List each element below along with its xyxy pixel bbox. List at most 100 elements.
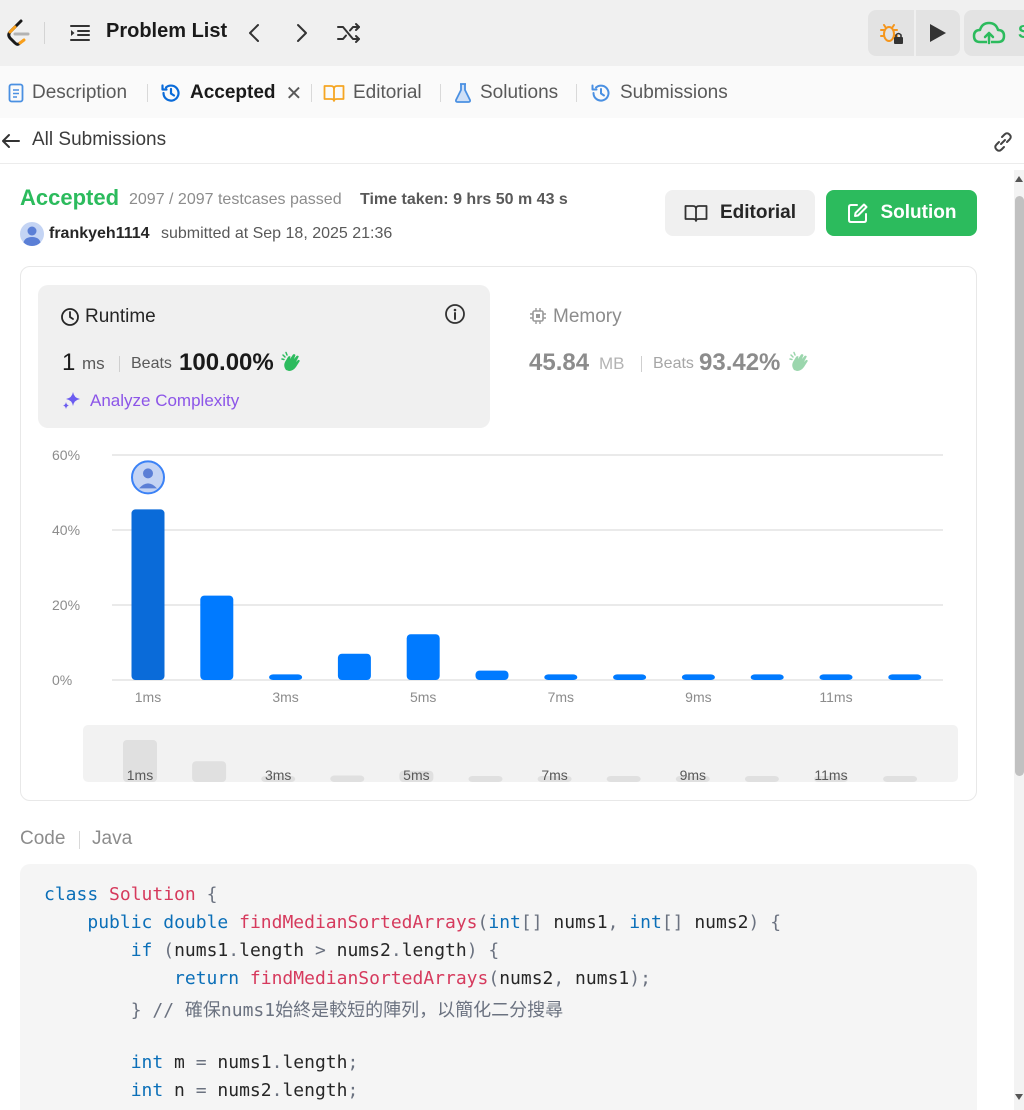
minimap-tick-label: 3ms	[265, 767, 291, 783]
time-taken: Time taken: 9 hrs 50 m 43 s	[360, 191, 568, 208]
tab-submissions-label: Submissions	[620, 82, 728, 103]
x-tick-label: 7ms	[548, 689, 574, 705]
book-icon	[684, 205, 708, 222]
divider	[641, 356, 642, 372]
close-icon[interactable]: ✕	[286, 81, 303, 106]
bar	[681, 674, 715, 680]
memory-value: 45.84	[529, 349, 590, 376]
minimap-bar	[606, 776, 641, 782]
divider	[44, 22, 45, 44]
tab-divider	[440, 84, 441, 102]
submit-label: S	[1018, 22, 1024, 43]
info-icon[interactable]	[444, 303, 466, 325]
minimap-tick-label: 5ms	[403, 767, 429, 783]
editorial-button-label: Editorial	[719, 202, 796, 223]
runtime-distribution-chart[interactable]: 0% 20% 40% 60% 1ms 3ms 5ms 7ms 9ms 11ms 1ms 3ms 5ms 7…	[40, 440, 960, 790]
edit-icon	[847, 203, 867, 223]
bar	[200, 595, 234, 680]
y-tick-label: 20%	[52, 597, 80, 613]
minimap-bar	[468, 776, 503, 782]
tab-accepted-label: Accepted	[190, 82, 276, 103]
chevron-right-icon[interactable]	[288, 20, 314, 46]
code-line: class Solution {	[44, 884, 218, 905]
tab-divider	[576, 84, 577, 102]
submission-header-bar: All Submissions	[0, 118, 1024, 164]
avatar[interactable]	[20, 222, 44, 246]
cloud-upload-icon	[972, 21, 1006, 45]
minimap-bar	[883, 776, 918, 782]
debug-button[interactable]	[868, 10, 914, 56]
code-line: public double findMedianSortedArrays(int…	[87, 912, 782, 933]
bar	[819, 674, 853, 680]
bar	[613, 674, 647, 680]
scroll-down-arrow-icon[interactable]	[1014, 1090, 1024, 1104]
divider	[79, 831, 80, 849]
bar	[750, 674, 784, 680]
x-tick-label: 1ms	[135, 689, 161, 705]
scrollbar-thumb[interactable]	[1015, 196, 1024, 776]
run-button[interactable]	[916, 10, 960, 56]
code-line: return findMedianSortedArrays(nums2, num…	[174, 968, 651, 989]
x-tick-label: 9ms	[685, 689, 711, 705]
flask-icon	[455, 83, 471, 103]
tab-solutions[interactable]: Solutions	[454, 80, 558, 106]
link-icon[interactable]	[990, 129, 1016, 155]
memory-unit: MB	[599, 354, 625, 373]
bar	[131, 509, 165, 680]
minimap-tick-label: 9ms	[680, 767, 706, 783]
tab-description[interactable]: Description	[8, 80, 127, 106]
solution-button[interactable]: Solution	[826, 190, 977, 236]
history-icon	[161, 84, 180, 102]
bar	[406, 634, 440, 680]
tab-divider	[147, 84, 148, 102]
code-line: if (nums1.length > nums2.length) {	[130, 940, 500, 961]
bar	[475, 670, 509, 680]
clock-icon	[61, 308, 79, 326]
arrow-left-icon[interactable]	[0, 130, 22, 152]
y-tick-label: 0%	[52, 672, 72, 688]
code-line: } // 確保nums1始終是較短的陣列，以簡化二分搜尋	[130, 1000, 564, 1021]
sparkle-icon	[63, 392, 80, 409]
code-tab[interactable]: Code	[20, 828, 65, 850]
runtime-title: Runtime	[85, 306, 156, 327]
analyze-complexity-link[interactable]: Analyze Complexity	[90, 391, 239, 411]
all-submissions-link[interactable]: All Submissions	[32, 129, 166, 151]
tab-accepted[interactable]: Accepted ✕	[160, 80, 302, 106]
book-icon	[323, 85, 345, 102]
clap-hands-icon	[281, 351, 300, 371]
tab-editorial[interactable]: Editorial	[323, 80, 422, 106]
minimap-bar	[330, 775, 365, 782]
problem-list-link[interactable]: Problem List	[106, 20, 227, 43]
minimap-tick-label: 1ms	[127, 767, 153, 783]
testcases-passed: 2097 / 2097 testcases passed	[129, 191, 342, 208]
divider	[119, 356, 120, 372]
tab-editorial-label: Editorial	[353, 82, 422, 103]
shuffle-icon[interactable]	[336, 20, 362, 46]
tab-submissions[interactable]: Submissions	[590, 80, 728, 106]
username-link[interactable]: frankyeh1114	[49, 225, 150, 243]
submission-status: Accepted	[20, 185, 120, 210]
top-bar: Problem List S	[0, 0, 1024, 66]
clap-hands-icon	[789, 351, 808, 371]
x-tick-label: 5ms	[410, 689, 436, 705]
leetcode-logo-icon[interactable]	[4, 18, 34, 48]
submit-button[interactable]: S	[964, 10, 1024, 56]
tab-solutions-label: Solutions	[480, 82, 559, 103]
runtime-beats-value: 100.00%	[179, 349, 274, 376]
code-language: Java	[92, 828, 133, 849]
chevron-left-icon[interactable]	[242, 20, 268, 46]
editorial-button[interactable]: Editorial	[665, 190, 815, 236]
scroll-up-arrow-icon[interactable]	[1014, 172, 1024, 186]
user-icon	[23, 226, 41, 246]
document-icon	[8, 83, 24, 103]
minimap-tick-label: 7ms	[541, 767, 567, 783]
panel-tabs: Description Accepted ✕ Editorial Solutio…	[0, 66, 1024, 118]
bar	[544, 674, 578, 680]
runtime-unit: ms	[82, 354, 105, 373]
bar	[337, 653, 371, 680]
problem-list-icon[interactable]	[68, 21, 92, 45]
memory-title[interactable]: Memory	[553, 306, 622, 328]
minimap-bar	[744, 776, 779, 782]
y-tick-label: 60%	[52, 447, 80, 463]
y-tick-label: 40%	[52, 522, 80, 538]
